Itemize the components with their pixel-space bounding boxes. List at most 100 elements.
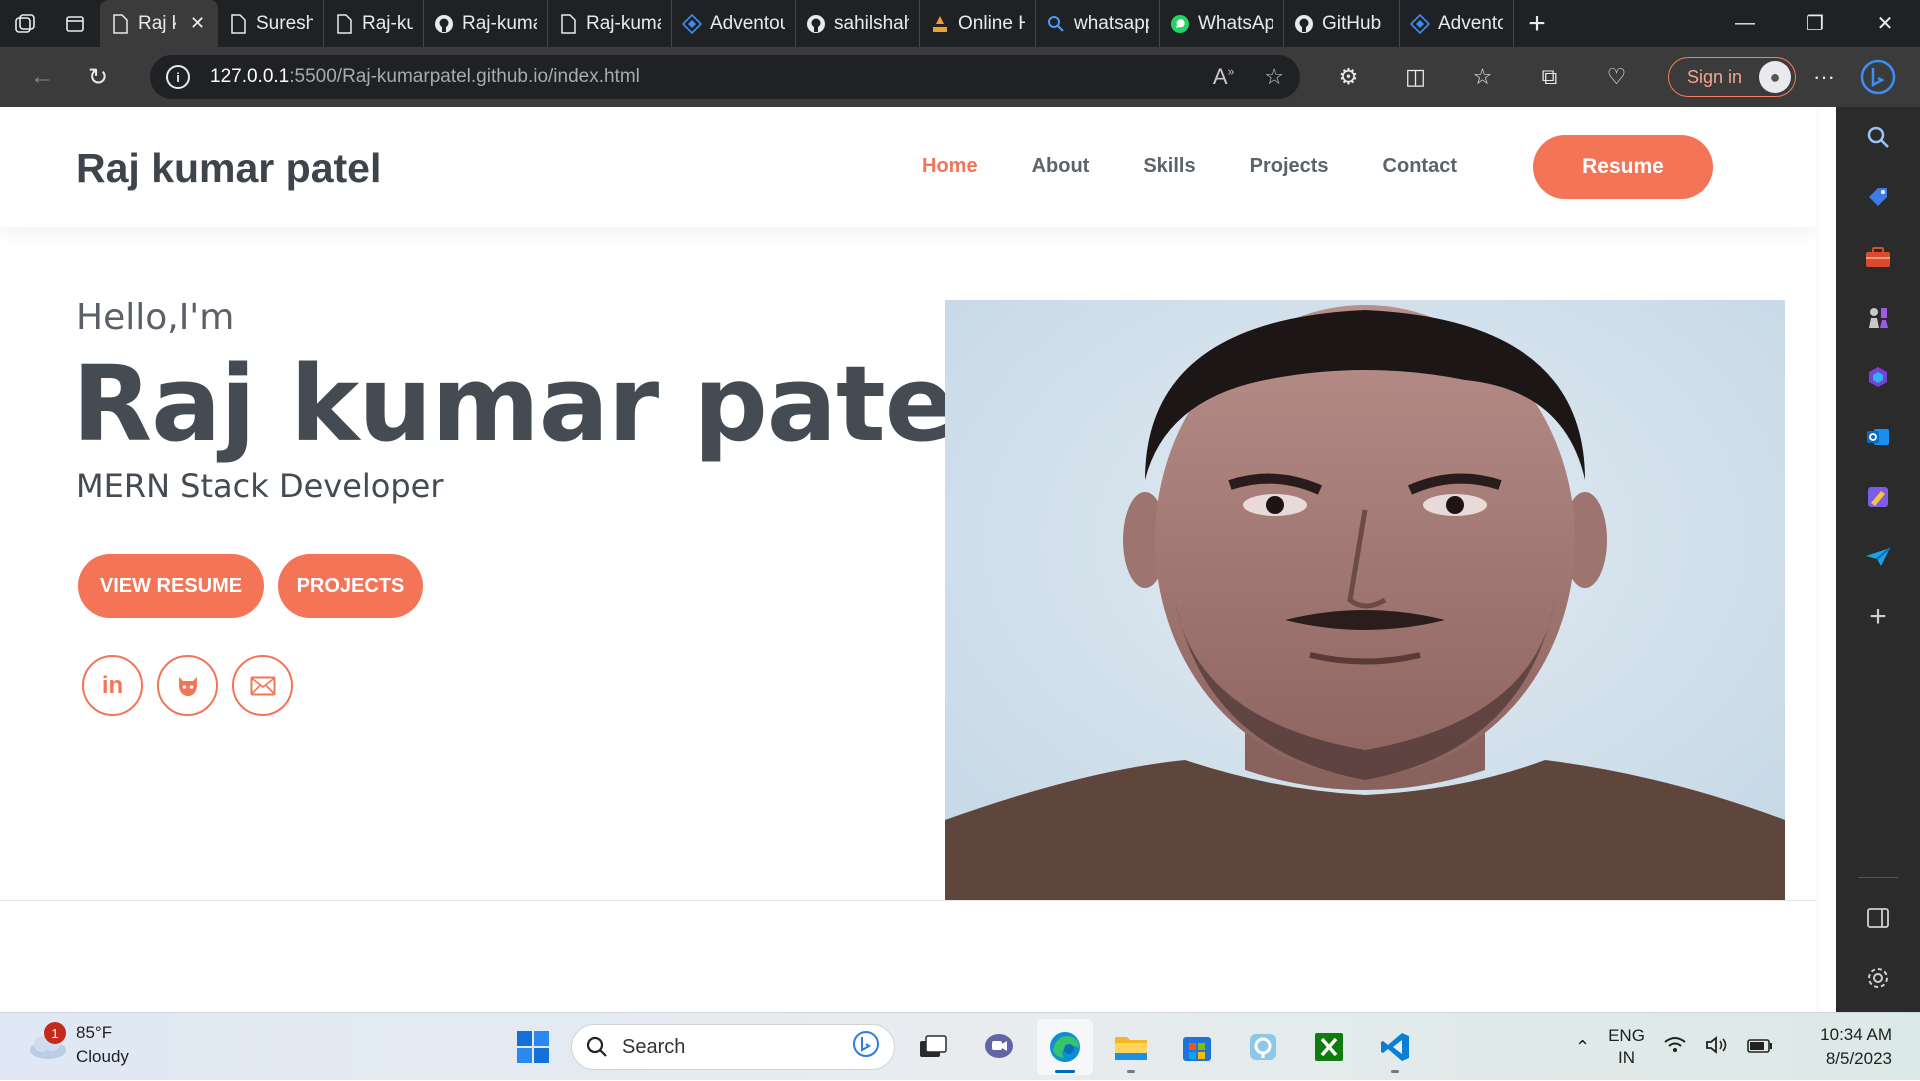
diamond-icon bbox=[1410, 13, 1430, 34]
vertical-scrollbar[interactable]: ▲ ▼ bbox=[1816, 107, 1820, 1012]
tab[interactable]: whatsapp bbox=[1036, 0, 1160, 47]
taskbar-search[interactable]: Search bbox=[571, 1024, 895, 1070]
tab[interactable]: Online HTML bbox=[920, 0, 1036, 47]
tab[interactable]: Raj-kumarpatel bbox=[324, 0, 424, 47]
bing-copilot-icon[interactable] bbox=[1852, 51, 1904, 103]
bing-icon bbox=[852, 1030, 880, 1064]
workspaces-icon[interactable] bbox=[0, 0, 50, 47]
tab[interactable]: WhatsApp bbox=[1160, 0, 1284, 47]
tab-title: Raj-kumarpatel bbox=[586, 12, 661, 34]
favorites-icon[interactable]: ☆ bbox=[1449, 64, 1516, 90]
profile-photo bbox=[945, 300, 1785, 900]
microsoft-365-icon[interactable] bbox=[1836, 347, 1920, 407]
tab-actions-icon[interactable] bbox=[50, 0, 100, 47]
search-icon[interactable] bbox=[1836, 107, 1920, 167]
resume-button[interactable]: Resume bbox=[1533, 135, 1713, 199]
view-resume-button[interactable]: VIEW RESUME bbox=[78, 554, 264, 618]
new-tab-icon[interactable]: + bbox=[1514, 0, 1560, 47]
search-icon bbox=[1046, 14, 1066, 34]
back-arrow-icon[interactable]: ← bbox=[14, 47, 70, 107]
clock-time: 10:34 AM bbox=[1820, 1025, 1892, 1044]
nav-about[interactable]: About bbox=[1032, 155, 1090, 178]
nav-projects[interactable]: Projects bbox=[1250, 155, 1329, 178]
tab[interactable]: Adventour bbox=[1400, 0, 1514, 47]
copilot-app-icon[interactable] bbox=[1235, 1019, 1291, 1075]
battery-icon[interactable] bbox=[1747, 1037, 1773, 1058]
language-indicator[interactable]: ENG IN bbox=[1608, 1025, 1645, 1069]
tab[interactable]: GitHub bbox=[1284, 0, 1400, 47]
tab[interactable]: Adventour bbox=[672, 0, 796, 47]
tab-active[interactable]: Raj kumar patel ✕ bbox=[100, 0, 218, 47]
clock[interactable]: 10:34 AM 8/5/2023 bbox=[1820, 1023, 1892, 1071]
nav-skills[interactable]: Skills bbox=[1143, 155, 1195, 178]
edge-browser-icon[interactable] bbox=[1037, 1019, 1093, 1075]
cloud-icon: 1 bbox=[26, 1022, 68, 1060]
projects-button[interactable]: PROJECTS bbox=[278, 554, 423, 618]
tab-title: Suresh Kumar bbox=[256, 12, 313, 34]
mail-icon[interactable] bbox=[232, 655, 293, 716]
collections-icon[interactable]: ⧉ bbox=[1516, 64, 1583, 90]
github-icon[interactable] bbox=[157, 655, 218, 716]
tab-title: Adventour bbox=[710, 12, 785, 34]
linkedin-icon[interactable]: in bbox=[82, 655, 143, 716]
designer-icon[interactable] bbox=[1836, 467, 1920, 527]
send-icon[interactable] bbox=[1836, 527, 1920, 587]
shopping-tag-icon[interactable] bbox=[1836, 167, 1920, 227]
settings-gear-icon[interactable] bbox=[1836, 948, 1920, 1008]
sign-in-button[interactable]: Sign in ● bbox=[1668, 57, 1796, 97]
refresh-icon[interactable]: ↻ bbox=[70, 47, 126, 107]
site-nav: Home About Skills Projects Contact bbox=[922, 155, 1457, 178]
url-host: 127.0.0.1 bbox=[210, 66, 290, 87]
xbox-icon[interactable] bbox=[1301, 1019, 1357, 1075]
edge-sidebar: + bbox=[1836, 107, 1920, 1012]
weather-widget[interactable]: 1 85°F Cloudy bbox=[26, 1021, 129, 1069]
section-divider bbox=[0, 900, 1816, 901]
microsoft-store-icon[interactable] bbox=[1169, 1019, 1225, 1075]
sidebar-separator bbox=[1858, 877, 1898, 878]
add-icon[interactable]: + bbox=[1836, 587, 1920, 647]
tab[interactable]: sahilshah bbox=[796, 0, 920, 47]
nav-home[interactable]: Home bbox=[922, 155, 978, 178]
github-icon bbox=[434, 14, 454, 34]
tab[interactable]: Raj-kumarpatel bbox=[424, 0, 548, 47]
extensions-icon[interactable]: ⚙ bbox=[1315, 64, 1382, 90]
hide-sidebar-icon[interactable] bbox=[1836, 888, 1920, 948]
hero-greeting: Hello,I'm bbox=[76, 297, 235, 338]
nav-contact[interactable]: Contact bbox=[1383, 155, 1457, 178]
page-icon bbox=[110, 13, 130, 34]
language-code: ENG bbox=[1608, 1026, 1645, 1045]
address-bar[interactable]: i 127.0.0.1 :5500/Raj-kumarpatel.github.… bbox=[150, 55, 1300, 99]
games-icon[interactable] bbox=[1836, 287, 1920, 347]
teams-chat-icon[interactable] bbox=[971, 1019, 1027, 1075]
close-tab-icon[interactable]: ✕ bbox=[190, 13, 205, 34]
whatsapp-icon bbox=[1170, 14, 1190, 34]
more-options-icon[interactable]: ··· bbox=[1796, 64, 1852, 90]
browser-essentials-icon[interactable]: ♡ bbox=[1583, 64, 1650, 90]
windows-start-icon[interactable] bbox=[505, 1019, 561, 1075]
tools-icon[interactable] bbox=[1836, 227, 1920, 287]
outlook-icon[interactable] bbox=[1836, 407, 1920, 467]
vscode-icon[interactable] bbox=[1367, 1019, 1423, 1075]
favorite-star-icon[interactable]: ☆ bbox=[1264, 64, 1284, 90]
weather-desc: Cloudy bbox=[76, 1047, 129, 1066]
tab[interactable]: Raj-kumarpatel bbox=[548, 0, 672, 47]
read-aloud-icon[interactable]: A» bbox=[1213, 64, 1234, 90]
tab-title: Raj kumar patel bbox=[138, 12, 176, 34]
brand-logo[interactable]: Raj kumar patel bbox=[76, 145, 381, 192]
task-view-icon[interactable] bbox=[905, 1019, 961, 1075]
show-hidden-icons-chevron-icon[interactable]: ⌃ bbox=[1575, 1037, 1590, 1058]
windows-taskbar: 1 85°F Cloudy Search ⌃ ENG IN 10:34 AM 8… bbox=[0, 1012, 1920, 1080]
tab-title: GitHub bbox=[1322, 12, 1382, 34]
split-screen-icon[interactable]: ◫ bbox=[1382, 64, 1449, 90]
volume-icon[interactable] bbox=[1705, 1035, 1729, 1059]
tab[interactable]: Suresh Kumar bbox=[218, 0, 324, 47]
notification-badge: 1 bbox=[44, 1022, 66, 1044]
info-icon[interactable]: i bbox=[166, 65, 190, 89]
minimize-icon[interactable]: — bbox=[1710, 0, 1780, 47]
weather-temp: 85°F bbox=[76, 1023, 113, 1042]
wifi-icon[interactable] bbox=[1663, 1036, 1687, 1059]
close-window-icon[interactable]: ✕ bbox=[1850, 0, 1920, 47]
file-explorer-icon[interactable] bbox=[1103, 1019, 1159, 1075]
search-placeholder: Search bbox=[622, 1035, 686, 1058]
restore-icon[interactable]: ❐ bbox=[1780, 0, 1850, 47]
